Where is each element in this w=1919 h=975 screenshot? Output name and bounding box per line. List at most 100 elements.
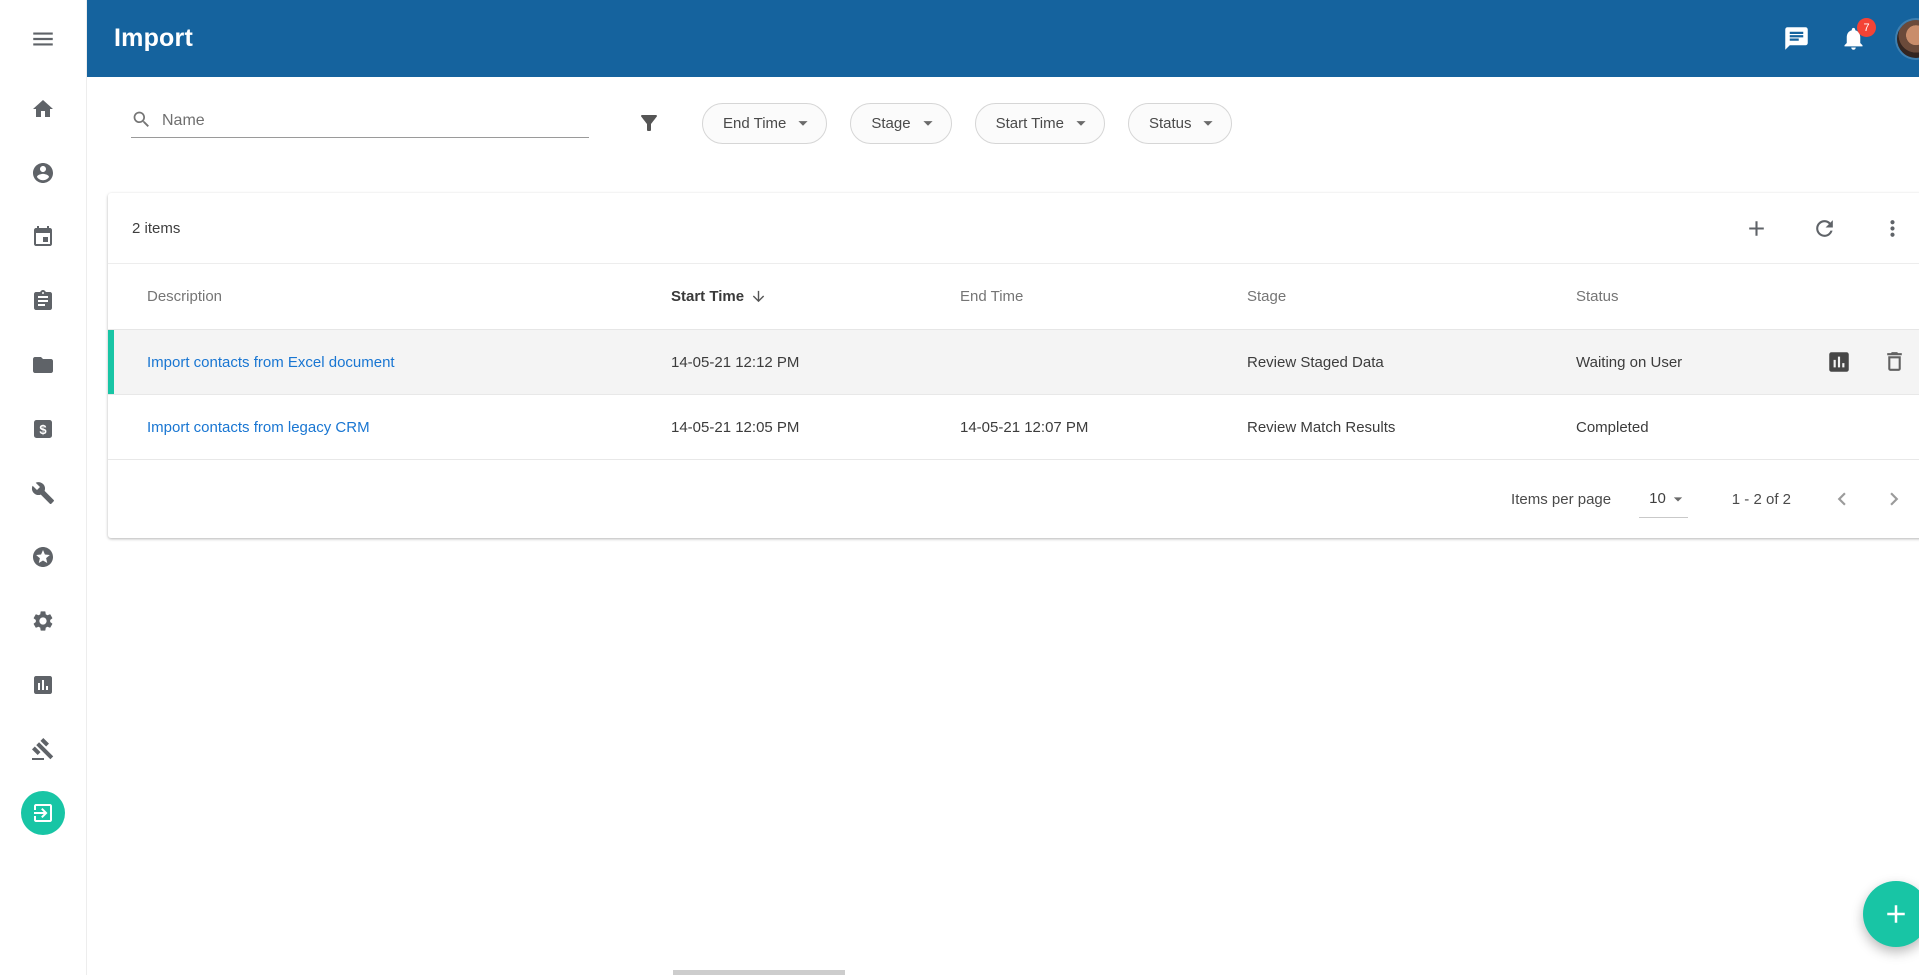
plus-icon xyxy=(1744,216,1769,241)
previous-page-button[interactable] xyxy=(1829,486,1855,512)
row-start-time: 14-05-21 12:12 PM xyxy=(671,354,960,371)
filter-chip-end-time[interactable]: End Time xyxy=(702,103,827,144)
page-content: End Time Stage Start Time Status xyxy=(87,77,1919,975)
import-icon xyxy=(31,801,55,825)
sort-descending-icon xyxy=(750,288,767,305)
table-row[interactable]: Import contacts from Excel document 14-0… xyxy=(108,330,1919,395)
chip-label: End Time xyxy=(723,115,786,132)
horizontal-scrollbar-thumb[interactable] xyxy=(673,970,845,975)
chip-label: Status xyxy=(1149,115,1192,132)
items-per-page-label: Items per page xyxy=(1511,491,1611,508)
chat-button[interactable] xyxy=(1783,25,1810,52)
column-header-label: Start Time xyxy=(671,288,744,305)
bar-chart-icon xyxy=(31,673,55,697)
main-area: Import 7 xyxy=(87,0,1919,975)
notifications-button[interactable]: 7 xyxy=(1840,25,1867,52)
sidebar-item-calendar[interactable] xyxy=(0,205,86,269)
column-header-status[interactable]: Status xyxy=(1576,288,1826,305)
add-button[interactable] xyxy=(1744,216,1769,241)
more-options-button[interactable] xyxy=(1880,216,1905,241)
sidebar-item-import[interactable] xyxy=(0,781,86,845)
column-header-stage[interactable]: Stage xyxy=(1247,288,1576,305)
chat-icon xyxy=(1783,25,1810,52)
search-input[interactable] xyxy=(162,112,589,130)
sidebar: $ xyxy=(0,0,87,975)
chip-label: Start Time xyxy=(996,115,1064,132)
sidebar-item-reports[interactable] xyxy=(0,653,86,717)
filter-chips: End Time Stage Start Time Status xyxy=(702,103,1232,144)
notification-badge: 7 xyxy=(1857,18,1876,37)
chevron-down-icon xyxy=(792,112,814,134)
filter-chip-status[interactable]: Status xyxy=(1128,103,1233,144)
chevron-down-icon xyxy=(1668,489,1688,509)
sidebar-item-home[interactable] xyxy=(0,77,86,141)
search-icon xyxy=(131,109,152,130)
person-circle-icon xyxy=(31,161,55,185)
gavel-icon xyxy=(31,737,55,761)
filter-chip-stage[interactable]: Stage xyxy=(850,103,951,144)
chevron-down-icon xyxy=(917,112,939,134)
filter-row: End Time Stage Start Time Status xyxy=(131,101,1919,145)
chevron-down-icon xyxy=(1070,112,1092,134)
row-description-cell: Import contacts from Excel document xyxy=(108,354,671,371)
row-description-link[interactable]: Import contacts from Excel document xyxy=(147,354,395,371)
row-actions xyxy=(1826,349,1919,375)
chevron-right-icon xyxy=(1881,486,1907,512)
home-icon xyxy=(31,97,55,121)
sidebar-item-tasks[interactable] xyxy=(0,269,86,333)
column-header-description[interactable]: Description xyxy=(108,288,671,305)
row-status: Completed xyxy=(1576,419,1826,436)
chevron-down-icon xyxy=(1197,112,1219,134)
calendar-icon xyxy=(31,225,55,249)
sidebar-item-tools[interactable] xyxy=(0,461,86,525)
items-count: 2 items xyxy=(132,220,180,237)
row-stage: Review Match Results xyxy=(1247,419,1576,436)
sidebar-item-favorites[interactable] xyxy=(0,525,86,589)
row-end-time: 14-05-21 12:07 PM xyxy=(960,419,1247,436)
sidebar-nav: $ xyxy=(0,77,86,845)
filter-chip-start-time[interactable]: Start Time xyxy=(975,103,1105,144)
avatar[interactable] xyxy=(1897,20,1919,58)
next-page-button[interactable] xyxy=(1881,486,1907,512)
items-per-page-select[interactable]: 10 xyxy=(1639,481,1688,518)
dollar-icon: $ xyxy=(31,417,55,441)
row-description-cell: Import contacts from legacy CRM xyxy=(108,419,671,436)
folder-icon xyxy=(31,353,55,377)
refresh-button[interactable] xyxy=(1812,216,1837,241)
table-row[interactable]: Import contacts from legacy CRM 14-05-21… xyxy=(108,395,1919,460)
sidebar-item-documents[interactable] xyxy=(0,333,86,397)
sidebar-item-finance[interactable]: $ xyxy=(0,397,86,461)
gear-icon xyxy=(31,609,55,633)
menu-button[interactable] xyxy=(0,0,86,77)
table-header: Description Start Time End Time Stage St… xyxy=(108,263,1919,330)
refresh-icon xyxy=(1812,216,1837,241)
sidebar-item-settings[interactable] xyxy=(0,589,86,653)
row-description-link[interactable]: Import contacts from legacy CRM xyxy=(147,419,370,436)
sidebar-item-deals[interactable] xyxy=(0,717,86,781)
row-stage: Review Staged Data xyxy=(1247,354,1576,371)
filter-button[interactable] xyxy=(637,111,661,135)
card-toolbar: 2 items xyxy=(108,193,1919,263)
results-card: 2 items Description xyxy=(108,193,1919,538)
header-actions: 7 xyxy=(1783,20,1919,58)
trash-icon xyxy=(1882,349,1907,374)
chevron-left-icon xyxy=(1829,486,1855,512)
funnel-icon xyxy=(637,111,661,135)
row-start-time: 14-05-21 12:05 PM xyxy=(671,419,960,436)
app-root: $ Import xyxy=(0,0,1919,975)
sidebar-item-contacts[interactable] xyxy=(0,141,86,205)
page-title: Import xyxy=(114,24,193,53)
row-status: Waiting on User xyxy=(1576,354,1826,371)
column-header-start-time[interactable]: Start Time xyxy=(671,288,960,305)
wrench-icon xyxy=(31,481,55,505)
items-per-page-value: 10 xyxy=(1649,490,1666,507)
row-chart-button[interactable] xyxy=(1826,349,1852,375)
hamburger-icon xyxy=(30,26,56,52)
pagination: Items per page 10 1 - 2 of 2 xyxy=(108,460,1919,538)
toolbar-actions xyxy=(1744,216,1905,241)
app-header: Import 7 xyxy=(87,0,1919,77)
column-header-end-time[interactable]: End Time xyxy=(960,288,1247,305)
row-delete-button[interactable] xyxy=(1882,349,1907,375)
search-field[interactable] xyxy=(131,109,589,138)
kebab-icon xyxy=(1880,216,1905,241)
